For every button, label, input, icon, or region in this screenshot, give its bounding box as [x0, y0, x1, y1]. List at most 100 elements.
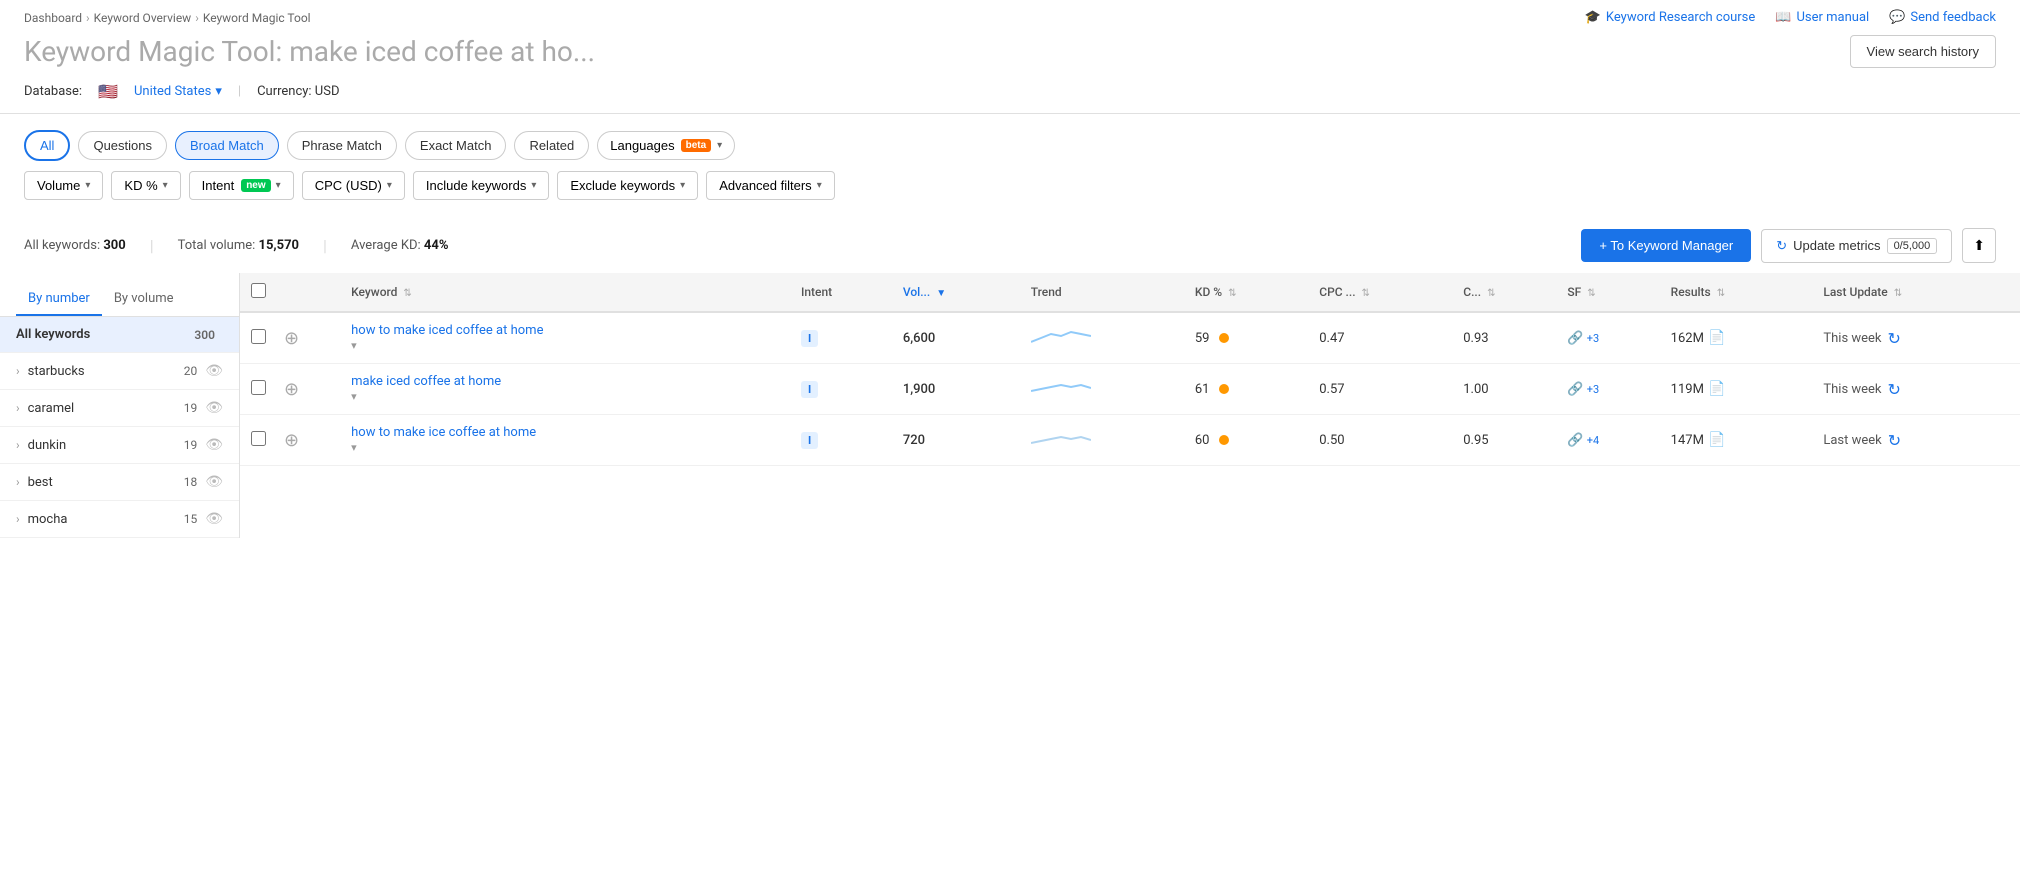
eye-icon-best[interactable]: 👁	[205, 474, 223, 490]
expand-icon-dunkin: ›	[16, 438, 20, 452]
row3-checkbox[interactable]	[251, 431, 266, 446]
update-metrics-button[interactable]: ↻ Update metrics 0/5,000	[1761, 229, 1952, 263]
row3-checkbox-cell[interactable]	[240, 415, 276, 466]
view-history-button[interactable]: View search history	[1850, 35, 1996, 68]
row3-add-cell[interactable]: ⊕	[276, 415, 343, 466]
c-col-header[interactable]: C... ⇅	[1455, 273, 1559, 312]
keyword-research-course-link[interactable]: 🎓 Keyword Research course	[1585, 10, 1756, 25]
row3-sf-cell: 🔗 +4	[1559, 415, 1662, 466]
eye-icon-dunkin[interactable]: 👁	[205, 437, 223, 453]
row1-add-icon[interactable]: ⊕	[284, 328, 299, 349]
row2-expand-icon[interactable]: ▾	[351, 390, 357, 403]
breadcrumb-dashboard[interactable]: Dashboard	[24, 11, 82, 25]
row3-trend-chart	[1031, 426, 1091, 450]
eye-icon-mocha[interactable]: 👁	[205, 511, 223, 527]
row2-checkbox-cell[interactable]	[240, 364, 276, 415]
advanced-filters[interactable]: Advanced filters ▾	[706, 171, 835, 200]
database-label: Database:	[24, 84, 82, 99]
row1-kd-cell: 59	[1187, 312, 1311, 364]
row1-trend-chart	[1031, 324, 1091, 348]
tab-exact-match[interactable]: Exact Match	[405, 131, 507, 160]
exclude-keywords-filter[interactable]: Exclude keywords ▾	[557, 171, 698, 200]
row3-c-cell: 0.95	[1455, 415, 1559, 466]
export-button[interactable]: ⬆	[1962, 228, 1996, 263]
keyword-manager-button[interactable]: + To Keyword Manager	[1581, 229, 1751, 262]
row1-expand-icon[interactable]: ▾	[351, 339, 357, 352]
sidebar-item-dunkin[interactable]: › dunkin 19 👁	[0, 427, 239, 464]
intent-chevron-icon: ▾	[276, 180, 281, 191]
expand-icon-caramel: ›	[16, 401, 20, 415]
row3-intent-cell: I	[793, 415, 895, 466]
row1-checkbox[interactable]	[251, 329, 266, 344]
row1-checkbox-cell[interactable]	[240, 312, 276, 364]
cpc-filter[interactable]: CPC (USD) ▾	[302, 171, 405, 200]
eye-icon-starbucks[interactable]: 👁	[205, 363, 223, 379]
tab-all[interactable]: All	[24, 130, 70, 161]
exclude-keywords-label: Exclude keywords	[570, 178, 675, 193]
intent-filter[interactable]: Intent new ▾	[189, 171, 294, 200]
feedback-icon: 💬	[1889, 10, 1905, 25]
tab-related[interactable]: Related	[514, 131, 589, 160]
database-selector[interactable]: United States ▾	[134, 84, 222, 99]
tab-questions[interactable]: Questions	[78, 131, 167, 160]
row2-checkbox[interactable]	[251, 380, 266, 395]
sidebar-item-best[interactable]: › best 18 👁	[0, 464, 239, 501]
sort-by-number-tab[interactable]: By number	[16, 283, 102, 316]
eye-icon-caramel[interactable]: 👁	[205, 400, 223, 416]
row3-expand-icon[interactable]: ▾	[351, 441, 357, 454]
include-keywords-filter[interactable]: Include keywords ▾	[413, 171, 549, 200]
row1-refresh-icon[interactable]: ↻	[1888, 329, 1901, 348]
sort-by-volume-tab[interactable]: By volume	[102, 283, 186, 316]
cpc-col-header[interactable]: CPC ... ⇅	[1311, 273, 1455, 312]
keyword-sort-icon: ⇅	[403, 288, 411, 299]
sidebar-item-caramel[interactable]: › caramel 19 👁	[0, 390, 239, 427]
results-col-header[interactable]: Results ⇅	[1663, 273, 1816, 312]
row1-intent-cell: I	[793, 312, 895, 364]
select-all-header[interactable]	[240, 273, 276, 312]
volume-filter[interactable]: Volume ▾	[24, 171, 103, 200]
expand-icon-starbucks: ›	[16, 364, 20, 378]
stat-sep-2: |	[323, 236, 327, 255]
breadcrumb-keyword-overview[interactable]: Keyword Overview	[94, 11, 192, 25]
row2-keyword-link[interactable]: make iced coffee at home	[351, 374, 785, 389]
user-manual-link[interactable]: 📖 User manual	[1775, 10, 1869, 25]
kd-col-header[interactable]: KD % ⇅	[1187, 273, 1311, 312]
row2-intent-badge: I	[801, 381, 818, 398]
sidebar-item-mocha[interactable]: › mocha 15 👁	[0, 501, 239, 538]
sidebar-all-count: 300	[194, 328, 215, 342]
languages-button[interactable]: Languages beta ▾	[597, 131, 735, 160]
breadcrumb-keyword-magic-tool[interactable]: Keyword Magic Tool	[203, 11, 311, 25]
row1-keyword-link[interactable]: how to make iced coffee at home	[351, 323, 785, 338]
sidebar-best-count: 18	[184, 475, 198, 489]
flag-icon: 🇺🇸	[98, 82, 118, 101]
keyword-col-header[interactable]: Keyword ⇅	[343, 273, 793, 312]
sf-col-header[interactable]: SF ⇅	[1559, 273, 1662, 312]
row2-refresh-icon[interactable]: ↻	[1888, 380, 1901, 399]
row3-kd-cell: 60	[1187, 415, 1311, 466]
row2-last-update-cell: This week ↻	[1815, 364, 2020, 415]
row2-kd-dot	[1219, 384, 1229, 394]
trend-col-header[interactable]: Trend	[1023, 273, 1187, 312]
row3-keyword-link[interactable]: how to make ice coffee at home	[351, 425, 785, 440]
row3-add-icon[interactable]: ⊕	[284, 430, 299, 451]
tab-broad-match[interactable]: Broad Match	[175, 131, 279, 160]
row1-add-cell[interactable]: ⊕	[276, 312, 343, 364]
row3-refresh-icon[interactable]: ↻	[1888, 431, 1901, 450]
select-all-checkbox[interactable]	[251, 283, 266, 298]
beta-badge: beta	[681, 139, 712, 152]
tab-phrase-match[interactable]: Phrase Match	[287, 131, 397, 160]
kd-filter[interactable]: KD % ▾	[111, 171, 180, 200]
last-update-col-header[interactable]: Last Update ⇅	[1815, 273, 2020, 312]
cpc-sort-icon: ⇅	[1362, 288, 1370, 299]
send-feedback-link[interactable]: 💬 Send feedback	[1889, 10, 1996, 25]
sidebar-caramel-label: caramel	[28, 401, 184, 416]
sidebar-item-starbucks[interactable]: › starbucks 20 👁	[0, 353, 239, 390]
volume-col-header[interactable]: Vol... ▼	[895, 273, 1023, 312]
row2-add-cell[interactable]: ⊕	[276, 364, 343, 415]
row3-cpc-cell: 0.50	[1311, 415, 1455, 466]
row1-results-value: 162M	[1671, 331, 1704, 346]
sidebar-item-all-keywords[interactable]: All keywords 300	[0, 317, 239, 353]
new-badge: new	[241, 179, 270, 192]
row2-add-icon[interactable]: ⊕	[284, 379, 299, 400]
intent-col-header[interactable]: Intent	[793, 273, 895, 312]
